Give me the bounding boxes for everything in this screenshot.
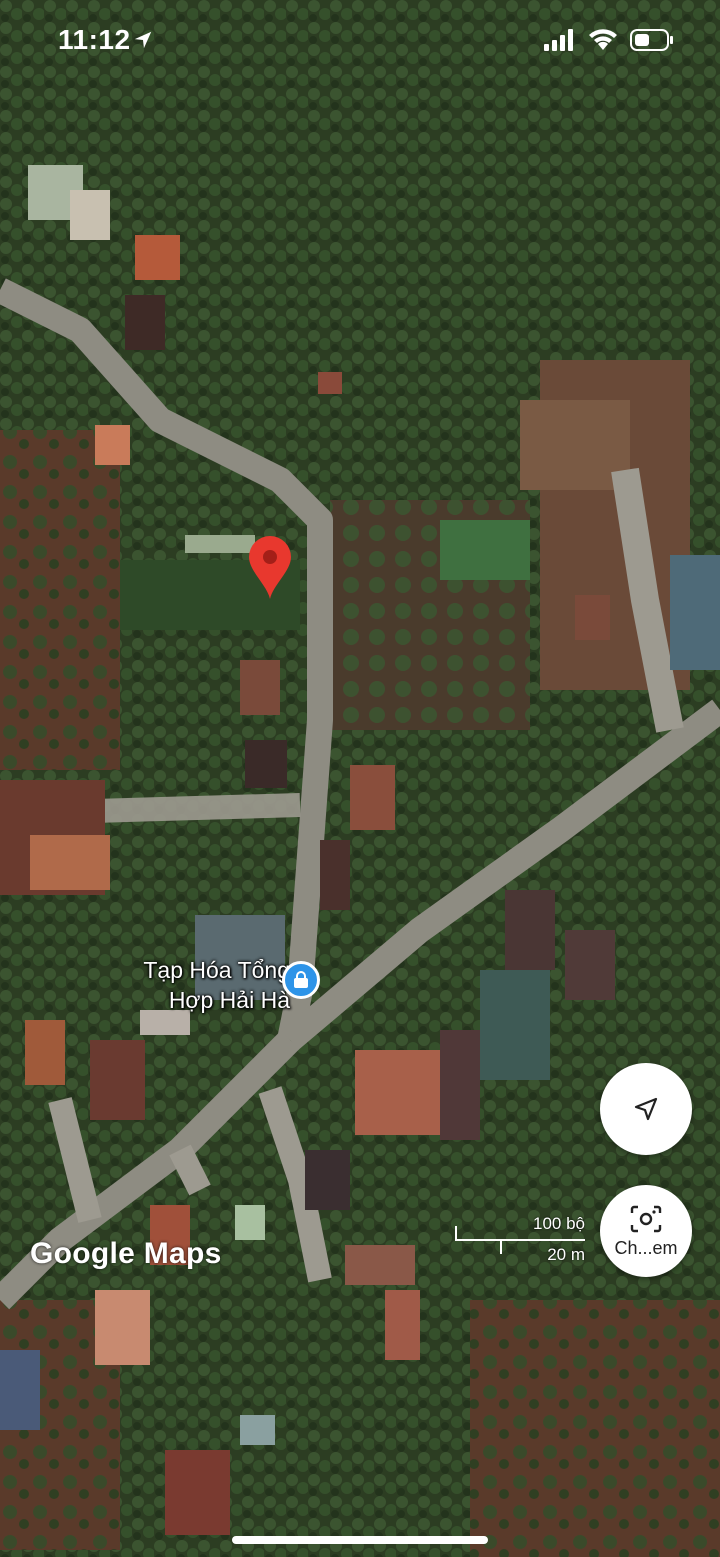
scale-tick [500,1239,502,1254]
signal-icon [544,29,573,51]
status-icons [544,28,674,52]
scale-bar [455,1239,585,1241]
scale-imperial: 100 bộ [533,1214,585,1233]
shopping-bag-icon [294,971,308,988]
map-scale: 100 bộ 20 m [455,1214,585,1264]
scale-metric: 20 m [547,1245,585,1264]
poi-label-line2: Hợp Hải Hà [168,987,290,1013]
battery-icon [630,29,673,51]
poi-label[interactable]: Tạp Hóa Tổng Hợp Hải Hà [100,955,290,1015]
satellite-map[interactable] [0,0,720,1557]
satellite-imagery [0,0,720,1557]
poi-label-line1: Tạp Hóa Tổng [143,957,290,983]
lens-button-label: Ch...em [614,1237,678,1258]
poi-marker[interactable] [282,961,320,999]
lens-search-button[interactable]: Ch...em [600,1185,692,1277]
status-time: 11:12 [58,24,131,55]
red-map-pin-icon[interactable] [247,535,293,601]
status-bar: 11:12 [0,0,720,84]
camera-search-icon [630,1205,662,1232]
location-arrow-icon [134,31,152,49]
my-location-button[interactable] [600,1063,692,1155]
wifi-icon [589,29,617,50]
navigation-arrow-icon [634,1097,658,1121]
google-maps-watermark: Google Maps [30,1237,222,1270]
home-indicator[interactable] [232,1536,488,1544]
